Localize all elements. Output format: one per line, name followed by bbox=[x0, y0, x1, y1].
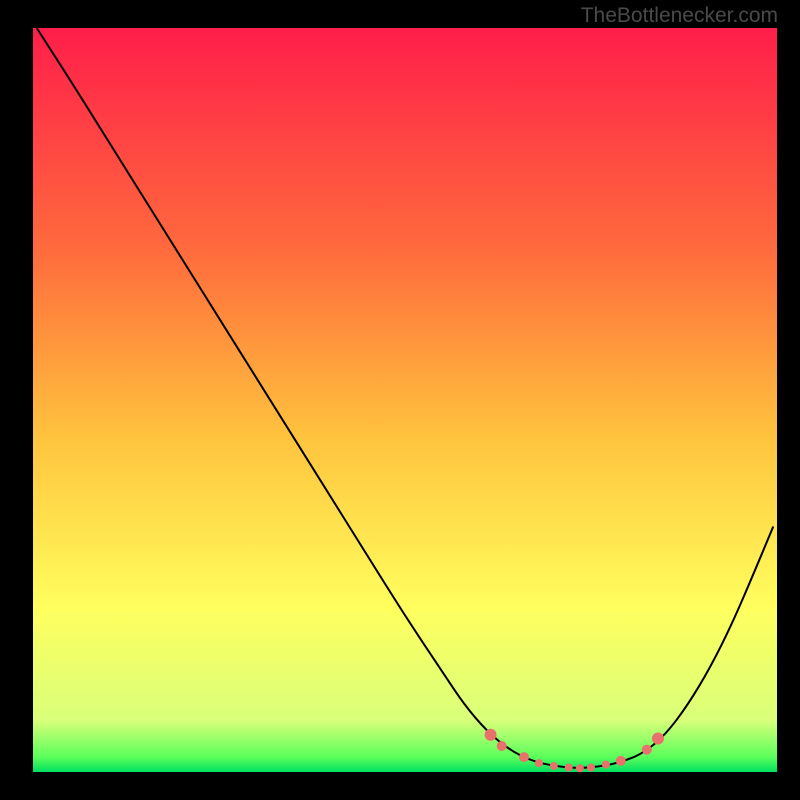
marker-dot bbox=[497, 741, 507, 751]
marker-dot bbox=[565, 764, 573, 772]
marker-dot bbox=[616, 756, 626, 766]
marker-dot bbox=[587, 764, 595, 772]
chart-container: TheBottlenecker.com bbox=[0, 0, 800, 800]
plot-area bbox=[33, 28, 777, 772]
marker-dot bbox=[576, 764, 584, 772]
marker-dot bbox=[652, 733, 664, 745]
gradient-background bbox=[33, 28, 777, 772]
marker-dot bbox=[535, 759, 543, 767]
marker-dot bbox=[485, 729, 497, 741]
marker-dot bbox=[550, 762, 558, 770]
watermark-text: TheBottlenecker.com bbox=[581, 4, 778, 28]
marker-dot bbox=[642, 745, 652, 755]
chart-svg bbox=[33, 28, 777, 772]
marker-dot bbox=[519, 752, 529, 762]
marker-dot bbox=[602, 761, 610, 769]
